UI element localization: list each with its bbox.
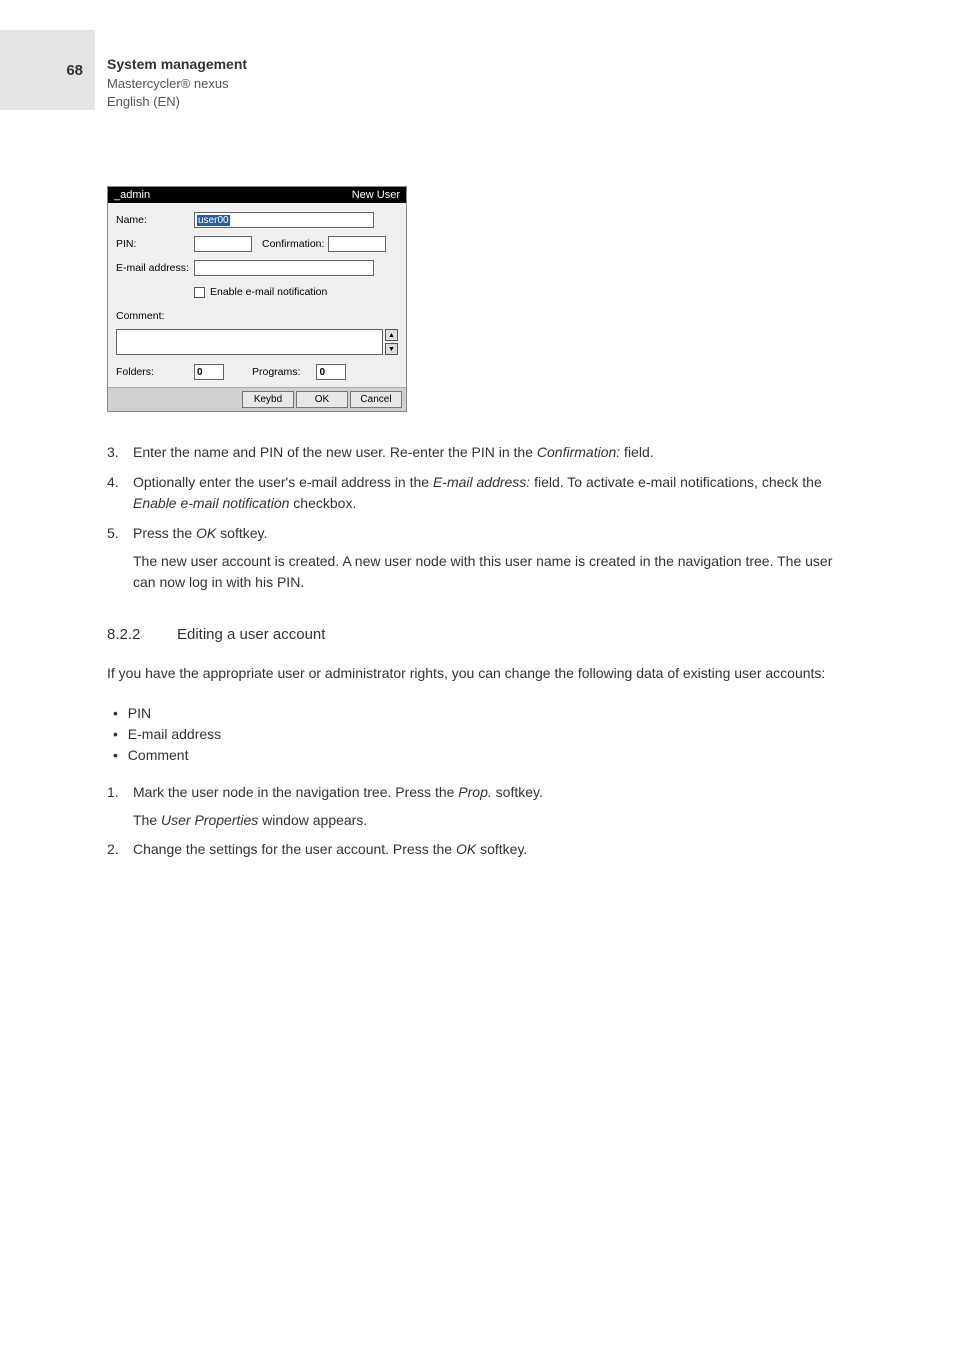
step-num: 4. [107,472,133,515]
step-num: 3. [107,442,133,464]
step-num: 2. [107,839,133,861]
step-3: 3. Enter the name and PIN of the new use… [107,442,847,464]
enable-email-checkbox[interactable] [194,287,205,298]
step-num: 1. [107,782,133,831]
step-text: checkbox. [289,495,356,511]
step-para: The new user account is created. A new u… [133,551,847,594]
folders-input[interactable]: 0 [194,364,224,380]
step-num: 5. [107,523,133,594]
step-text: Press the [133,525,196,541]
dialog-title-right: New User [352,189,400,201]
step-text: softkey. [476,841,527,857]
step-text: Mark the user node in the navigation tre… [133,784,458,800]
step-ital: User Properties [161,812,258,828]
name-value: user00 [197,215,230,226]
page-header: System management Mastercycler® nexus En… [107,55,247,111]
programs-input[interactable]: 0 [316,364,346,380]
label-programs: Programs: [252,366,300,378]
step-ital: OK [196,525,216,541]
programs-value: 0 [319,367,325,378]
step-text: Optionally enter the user's e-mail addre… [133,474,433,490]
intro-paragraph: If you have the appropriate user or admi… [107,663,847,685]
header-title: System management [107,55,247,75]
step-text: window appears. [258,812,367,828]
page-number: 68 [66,62,83,79]
step-text: softkey. [216,525,267,541]
label-name: Name: [116,214,194,226]
label-enable-email: Enable e-mail notification [210,286,327,298]
bullet-item: PIN [127,703,847,724]
folders-value: 0 [197,367,203,378]
section-heading: 8.2.2 Editing a user account [107,626,847,643]
step-ital: OK [456,841,476,857]
step-1: 1. Mark the user node in the navigation … [107,782,847,831]
step-ital: Prop. [458,784,491,800]
label-comment: Comment: [116,310,194,322]
label-confirmation: Confirmation: [262,238,324,250]
confirmation-input[interactable] [328,236,386,252]
dialog-title-left: _admin [114,189,150,201]
page-number-tab: 68 [0,30,95,110]
cancel-button[interactable]: Cancel [350,391,402,408]
step-text: field. To activate e-mail notifications,… [530,474,822,490]
bullet-item: Comment [127,745,847,766]
step-ital: E-mail address: [433,474,530,490]
ok-button[interactable]: OK [296,391,348,408]
header-product: Mastercycler® nexus [107,75,247,93]
instructions-block-1: 3. Enter the name and PIN of the new use… [107,442,847,594]
step-ital: Confirmation: [537,444,620,460]
step-4: 4. Optionally enter the user's e-mail ad… [107,472,847,515]
comment-scroll-down[interactable]: ▼ [385,343,398,355]
name-input[interactable]: user00 [194,212,374,228]
step-text: The [133,812,161,828]
section-title: Editing a user account [177,626,325,643]
label-email: E-mail address: [116,262,194,274]
email-input[interactable] [194,260,374,276]
label-pin: PIN: [116,238,194,250]
new-user-dialog: _admin New User Name: user00 PIN: Confir… [107,186,407,412]
step-text: Change the settings for the user account… [133,841,456,857]
pin-input[interactable] [194,236,252,252]
header-lang: English (EN) [107,93,247,111]
step-text: field. [620,444,653,460]
comment-input[interactable] [116,329,383,355]
section-number: 8.2.2 [107,626,177,643]
keybd-button[interactable]: Keybd [242,391,294,408]
comment-scroll-up[interactable]: ▲ [385,329,398,341]
label-folders: Folders: [116,366,194,378]
step-ital: Enable e-mail notification [133,495,289,511]
bullet-list: PIN E-mail address Comment [107,703,847,766]
instructions-block-2: 1. Mark the user node in the navigation … [107,782,847,861]
dialog-titlebar: _admin New User [108,187,406,203]
step-text: Enter the name and PIN of the new user. … [133,444,537,460]
step-text: softkey. [492,784,543,800]
step-5: 5. Press the OK softkey. The new user ac… [107,523,847,594]
step-2: 2. Change the settings for the user acco… [107,839,847,861]
bullet-item: E-mail address [127,724,847,745]
